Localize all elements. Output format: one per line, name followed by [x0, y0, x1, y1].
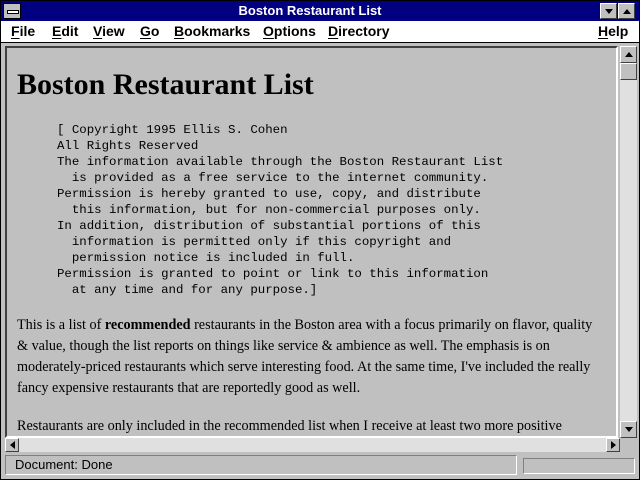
copyright-line: All Rights Reserved: [57, 139, 199, 153]
browser-window: Boston Restaurant List File Edit View Go…: [0, 0, 640, 480]
menu-go[interactable]: Go: [140, 23, 159, 40]
status-bar: Document: Done: [5, 455, 635, 477]
inclusion-paragraph: Restaurants are only included in the rec…: [17, 418, 562, 434]
title-bar[interactable]: Boston Restaurant List: [1, 1, 639, 21]
scroll-right-button[interactable]: [606, 438, 620, 452]
recommended-emphasis: recommended: [104, 317, 191, 333]
copyright-line: Permission is granted to point or link t…: [57, 267, 489, 281]
menu-options[interactable]: Options: [263, 23, 316, 40]
intro-text-start: This is a list of: [17, 317, 105, 333]
vertical-scrollbar[interactable]: [620, 46, 637, 438]
copyright-line: at any time and for any purpose.]: [57, 283, 318, 297]
copyright-line: Permission is hereby granted to use, cop…: [57, 187, 481, 201]
vertical-scroll-thumb[interactable]: [620, 63, 637, 80]
system-menu-button[interactable]: [3, 3, 21, 19]
maximize-button[interactable]: [618, 3, 635, 19]
scroll-down-button[interactable]: [620, 421, 637, 438]
arrow-up-icon: [624, 52, 633, 57]
menu-bar: File Edit View Go Bookmarks Options Dire…: [1, 21, 639, 43]
copyright-line: The information available through the Bo…: [57, 155, 504, 169]
menu-help[interactable]: Help: [598, 23, 628, 40]
horizontal-scrollbar[interactable]: [5, 438, 620, 452]
menu-view[interactable]: View: [93, 23, 125, 40]
copyright-line: information is permitted only if this co…: [57, 235, 452, 249]
copyright-line: permission notice is included in full.: [57, 251, 355, 265]
status-message: Document: Done: [5, 455, 517, 475]
document-view[interactable]: Boston Restaurant List [ Copyright 1995 …: [5, 46, 618, 438]
document-content: Boston Restaurant List [ Copyright 1995 …: [15, 48, 605, 436]
system-menu-icon: [7, 10, 19, 14]
copyright-line: [ Copyright 1995 Ellis S. Cohen: [57, 123, 288, 137]
menu-bookmarks[interactable]: Bookmarks: [174, 23, 250, 40]
maximize-icon: [622, 8, 631, 14]
minimize-icon: [604, 8, 613, 14]
copyright-line: In addition, distribution of substantial…: [57, 219, 481, 233]
menu-directory[interactable]: Directory: [328, 23, 389, 40]
progress-indicator: [523, 458, 635, 474]
page-heading: Boston Restaurant List: [17, 68, 314, 101]
arrow-down-icon: [624, 427, 633, 432]
arrow-left-icon: [9, 441, 15, 449]
menu-file[interactable]: File: [11, 23, 35, 40]
intro-paragraph: This is a list of recommended restaurant…: [17, 315, 605, 399]
minimize-button[interactable]: [600, 3, 617, 19]
copyright-line: this information, but for non-commercial…: [57, 203, 481, 217]
arrow-right-icon: [610, 441, 616, 449]
scroll-left-button[interactable]: [5, 438, 19, 452]
scroll-up-button[interactable]: [620, 46, 637, 63]
copyright-notice: [ Copyright 1995 Ellis S. Cohen All Right…: [57, 122, 605, 298]
copyright-line: is provided as a free service to the int…: [57, 171, 489, 185]
menu-edit[interactable]: Edit: [52, 23, 78, 40]
window-title: Boston Restaurant List: [238, 3, 382, 18]
